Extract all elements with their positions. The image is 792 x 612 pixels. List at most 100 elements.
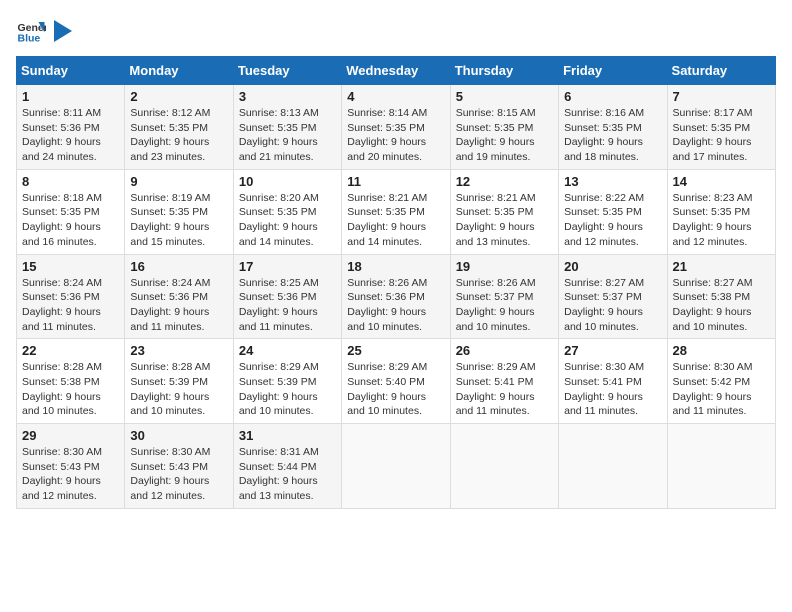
day-cell: 8 Sunrise: 8:18 AM Sunset: 5:35 PM Dayli… [17, 169, 125, 254]
day-detail: Sunrise: 8:12 AM Sunset: 5:35 PM Dayligh… [130, 106, 227, 165]
day-number: 1 [22, 89, 119, 104]
logo-icon: General Blue [16, 16, 46, 46]
header-monday: Monday [125, 57, 233, 85]
calendar-header-row: SundayMondayTuesdayWednesdayThursdayFrid… [17, 57, 776, 85]
day-number: 31 [239, 428, 336, 443]
day-cell: 25 Sunrise: 8:29 AM Sunset: 5:40 PM Dayl… [342, 339, 450, 424]
day-detail: Sunrise: 8:28 AM Sunset: 5:39 PM Dayligh… [130, 360, 227, 419]
day-detail: Sunrise: 8:13 AM Sunset: 5:35 PM Dayligh… [239, 106, 336, 165]
day-cell: 26 Sunrise: 8:29 AM Sunset: 5:41 PM Dayl… [450, 339, 558, 424]
day-detail: Sunrise: 8:21 AM Sunset: 5:35 PM Dayligh… [347, 191, 444, 250]
day-number: 28 [673, 343, 770, 358]
day-cell: 27 Sunrise: 8:30 AM Sunset: 5:41 PM Dayl… [559, 339, 667, 424]
day-cell: 10 Sunrise: 8:20 AM Sunset: 5:35 PM Dayl… [233, 169, 341, 254]
day-number: 7 [673, 89, 770, 104]
day-number: 25 [347, 343, 444, 358]
week-row-3: 15 Sunrise: 8:24 AM Sunset: 5:36 PM Dayl… [17, 254, 776, 339]
day-number: 9 [130, 174, 227, 189]
day-cell [559, 424, 667, 509]
svg-text:Blue: Blue [18, 33, 41, 45]
week-row-1: 1 Sunrise: 8:11 AM Sunset: 5:36 PM Dayli… [17, 85, 776, 170]
day-cell: 15 Sunrise: 8:24 AM Sunset: 5:36 PM Dayl… [17, 254, 125, 339]
header-saturday: Saturday [667, 57, 775, 85]
day-detail: Sunrise: 8:30 AM Sunset: 5:43 PM Dayligh… [130, 445, 227, 504]
day-cell: 7 Sunrise: 8:17 AM Sunset: 5:35 PM Dayli… [667, 85, 775, 170]
day-detail: Sunrise: 8:30 AM Sunset: 5:42 PM Dayligh… [673, 360, 770, 419]
day-cell: 4 Sunrise: 8:14 AM Sunset: 5:35 PM Dayli… [342, 85, 450, 170]
logo: General Blue [16, 16, 72, 46]
day-detail: Sunrise: 8:17 AM Sunset: 5:35 PM Dayligh… [673, 106, 770, 165]
calendar-table: SundayMondayTuesdayWednesdayThursdayFrid… [16, 56, 776, 509]
logo-arrow-icon [54, 20, 72, 42]
day-cell: 31 Sunrise: 8:31 AM Sunset: 5:44 PM Dayl… [233, 424, 341, 509]
day-cell: 17 Sunrise: 8:25 AM Sunset: 5:36 PM Dayl… [233, 254, 341, 339]
day-cell: 5 Sunrise: 8:15 AM Sunset: 5:35 PM Dayli… [450, 85, 558, 170]
day-cell: 14 Sunrise: 8:23 AM Sunset: 5:35 PM Dayl… [667, 169, 775, 254]
day-detail: Sunrise: 8:31 AM Sunset: 5:44 PM Dayligh… [239, 445, 336, 504]
header-wednesday: Wednesday [342, 57, 450, 85]
day-cell: 28 Sunrise: 8:30 AM Sunset: 5:42 PM Dayl… [667, 339, 775, 424]
day-cell: 19 Sunrise: 8:26 AM Sunset: 5:37 PM Dayl… [450, 254, 558, 339]
day-number: 12 [456, 174, 553, 189]
day-number: 13 [564, 174, 661, 189]
header-friday: Friday [559, 57, 667, 85]
day-detail: Sunrise: 8:26 AM Sunset: 5:37 PM Dayligh… [456, 276, 553, 335]
page-header: General Blue [16, 16, 776, 46]
day-number: 21 [673, 259, 770, 274]
day-cell: 20 Sunrise: 8:27 AM Sunset: 5:37 PM Dayl… [559, 254, 667, 339]
day-number: 14 [673, 174, 770, 189]
day-detail: Sunrise: 8:29 AM Sunset: 5:39 PM Dayligh… [239, 360, 336, 419]
day-detail: Sunrise: 8:28 AM Sunset: 5:38 PM Dayligh… [22, 360, 119, 419]
day-cell [450, 424, 558, 509]
day-detail: Sunrise: 8:30 AM Sunset: 5:41 PM Dayligh… [564, 360, 661, 419]
day-detail: Sunrise: 8:18 AM Sunset: 5:35 PM Dayligh… [22, 191, 119, 250]
day-number: 18 [347, 259, 444, 274]
day-detail: Sunrise: 8:14 AM Sunset: 5:35 PM Dayligh… [347, 106, 444, 165]
day-detail: Sunrise: 8:23 AM Sunset: 5:35 PM Dayligh… [673, 191, 770, 250]
day-cell: 29 Sunrise: 8:30 AM Sunset: 5:43 PM Dayl… [17, 424, 125, 509]
day-detail: Sunrise: 8:15 AM Sunset: 5:35 PM Dayligh… [456, 106, 553, 165]
day-detail: Sunrise: 8:11 AM Sunset: 5:36 PM Dayligh… [22, 106, 119, 165]
day-detail: Sunrise: 8:29 AM Sunset: 5:41 PM Dayligh… [456, 360, 553, 419]
day-detail: Sunrise: 8:22 AM Sunset: 5:35 PM Dayligh… [564, 191, 661, 250]
day-detail: Sunrise: 8:24 AM Sunset: 5:36 PM Dayligh… [22, 276, 119, 335]
day-number: 5 [456, 89, 553, 104]
day-number: 10 [239, 174, 336, 189]
day-number: 23 [130, 343, 227, 358]
day-number: 4 [347, 89, 444, 104]
day-cell: 22 Sunrise: 8:28 AM Sunset: 5:38 PM Dayl… [17, 339, 125, 424]
day-cell: 24 Sunrise: 8:29 AM Sunset: 5:39 PM Dayl… [233, 339, 341, 424]
day-number: 8 [22, 174, 119, 189]
day-detail: Sunrise: 8:30 AM Sunset: 5:43 PM Dayligh… [22, 445, 119, 504]
day-number: 20 [564, 259, 661, 274]
day-number: 3 [239, 89, 336, 104]
day-detail: Sunrise: 8:19 AM Sunset: 5:35 PM Dayligh… [130, 191, 227, 250]
day-detail: Sunrise: 8:27 AM Sunset: 5:37 PM Dayligh… [564, 276, 661, 335]
day-number: 27 [564, 343, 661, 358]
day-number: 30 [130, 428, 227, 443]
day-detail: Sunrise: 8:20 AM Sunset: 5:35 PM Dayligh… [239, 191, 336, 250]
day-cell: 9 Sunrise: 8:19 AM Sunset: 5:35 PM Dayli… [125, 169, 233, 254]
day-cell [342, 424, 450, 509]
day-cell: 23 Sunrise: 8:28 AM Sunset: 5:39 PM Dayl… [125, 339, 233, 424]
day-detail: Sunrise: 8:29 AM Sunset: 5:40 PM Dayligh… [347, 360, 444, 419]
day-cell: 2 Sunrise: 8:12 AM Sunset: 5:35 PM Dayli… [125, 85, 233, 170]
day-detail: Sunrise: 8:26 AM Sunset: 5:36 PM Dayligh… [347, 276, 444, 335]
day-number: 19 [456, 259, 553, 274]
day-number: 6 [564, 89, 661, 104]
header-thursday: Thursday [450, 57, 558, 85]
day-cell [667, 424, 775, 509]
day-cell: 21 Sunrise: 8:27 AM Sunset: 5:38 PM Dayl… [667, 254, 775, 339]
day-number: 11 [347, 174, 444, 189]
day-number: 16 [130, 259, 227, 274]
day-cell: 13 Sunrise: 8:22 AM Sunset: 5:35 PM Dayl… [559, 169, 667, 254]
week-row-5: 29 Sunrise: 8:30 AM Sunset: 5:43 PM Dayl… [17, 424, 776, 509]
day-cell: 30 Sunrise: 8:30 AM Sunset: 5:43 PM Dayl… [125, 424, 233, 509]
header-sunday: Sunday [17, 57, 125, 85]
day-cell: 11 Sunrise: 8:21 AM Sunset: 5:35 PM Dayl… [342, 169, 450, 254]
day-detail: Sunrise: 8:21 AM Sunset: 5:35 PM Dayligh… [456, 191, 553, 250]
day-cell: 16 Sunrise: 8:24 AM Sunset: 5:36 PM Dayl… [125, 254, 233, 339]
day-detail: Sunrise: 8:24 AM Sunset: 5:36 PM Dayligh… [130, 276, 227, 335]
day-number: 26 [456, 343, 553, 358]
day-cell: 12 Sunrise: 8:21 AM Sunset: 5:35 PM Dayl… [450, 169, 558, 254]
